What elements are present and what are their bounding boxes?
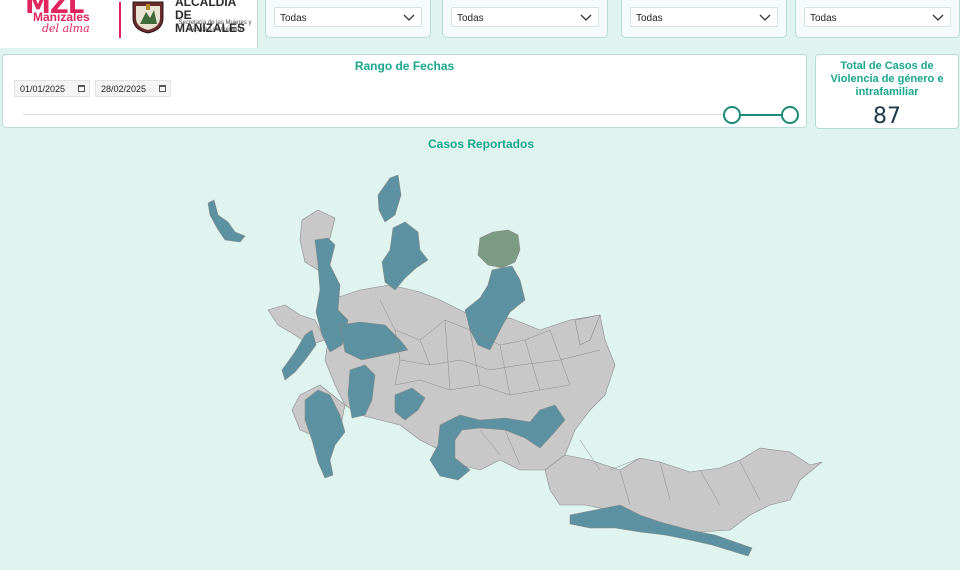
total-cases-label: Total de Casos de Violencia de género e … xyxy=(830,60,944,98)
logo-divider xyxy=(119,2,121,38)
total-cases-card: Total de Casos de Violencia de género e … xyxy=(815,54,959,129)
map-region-north-block[interactable] xyxy=(381,221,429,291)
start-date-input[interactable]: 01/01/2025 xyxy=(14,80,90,97)
filter-select-4[interactable]: Todas xyxy=(804,7,951,27)
filter-select-1-value: Todas xyxy=(280,13,307,24)
date-range-title: Rango de Fechas xyxy=(354,59,455,73)
chevron-down-icon xyxy=(759,14,771,21)
filter-select-2[interactable]: Todas xyxy=(451,7,599,27)
cases-map[interactable] xyxy=(0,150,960,570)
date-slider-track[interactable] xyxy=(23,114,791,115)
shield-icon xyxy=(132,1,164,34)
date-range-card: Rango de Fechas 01/01/2025 28/02/2025 xyxy=(2,54,807,128)
total-cases-value: 87 xyxy=(873,104,901,129)
header: MZL Manizales del alma ALCALDÍA DE MANIZ… xyxy=(0,0,960,48)
filter-card-2: Todas xyxy=(442,0,608,38)
filter-select-3[interactable]: Todas xyxy=(630,7,778,27)
filter-card-3: Todas xyxy=(621,0,787,38)
start-date-value: 01/01/2025 xyxy=(20,84,66,94)
filter-select-3-value: Todas xyxy=(636,13,663,24)
filter-select-4-value: Todas xyxy=(810,13,837,24)
filter-select-1[interactable]: Todas xyxy=(274,7,422,27)
date-slider-end-handle[interactable] xyxy=(781,106,799,124)
date-slider-start-handle[interactable] xyxy=(723,106,741,124)
alcaldia-subtitle: Secretaría de las Mujeres y Equidad de G… xyxy=(178,20,252,33)
map-region-north-green[interactable] xyxy=(477,229,521,269)
logo-tagline: del alma xyxy=(42,22,90,35)
logo-area: MZL Manizales del alma ALCALDÍA DE MANIZ… xyxy=(0,0,258,48)
filter-card-4: Todas xyxy=(795,0,960,38)
chevron-down-icon xyxy=(932,14,944,21)
calendar-icon[interactable] xyxy=(159,85,166,92)
map-region-north-peak[interactable] xyxy=(377,174,402,223)
map-region-north-island[interactable] xyxy=(207,199,246,243)
filter-select-2-value: Todas xyxy=(457,13,484,24)
map-title: Casos Reportados xyxy=(427,137,535,151)
end-date-value: 28/02/2025 xyxy=(101,84,147,94)
calendar-icon[interactable] xyxy=(78,85,85,92)
chevron-down-icon xyxy=(580,14,592,21)
chevron-down-icon xyxy=(403,14,415,21)
filter-card-1: Todas xyxy=(265,0,431,38)
end-date-input[interactable]: 28/02/2025 xyxy=(95,80,171,97)
